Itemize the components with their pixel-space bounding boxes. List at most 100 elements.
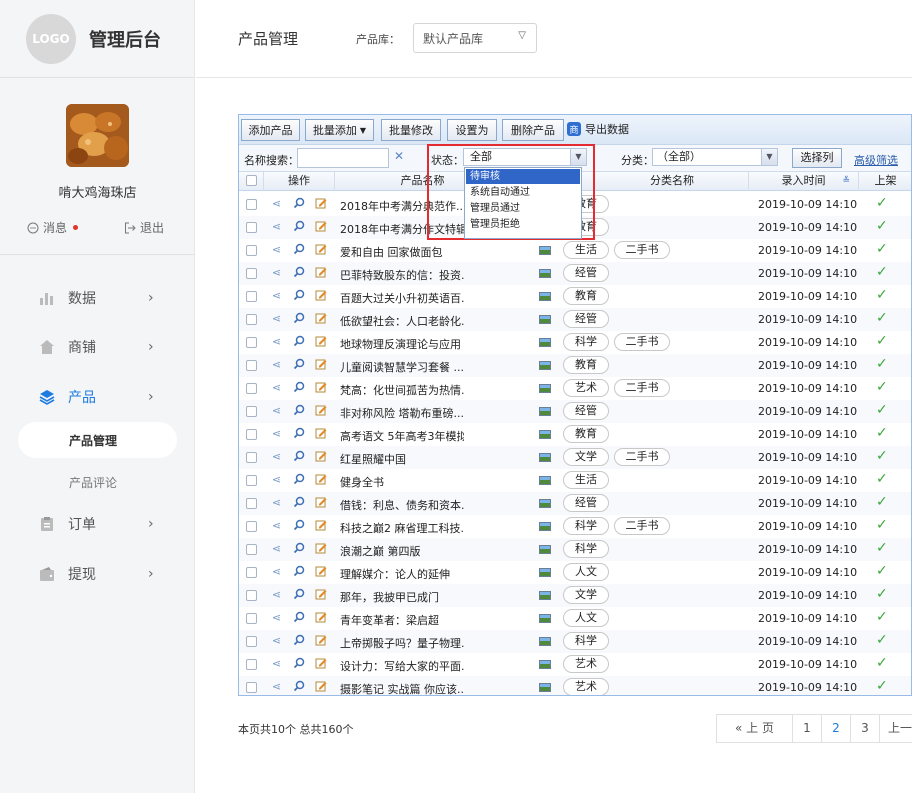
check-icon[interactable]: ✓ <box>876 471 888 487</box>
row-checkbox[interactable] <box>246 521 257 532</box>
row-checkbox[interactable] <box>246 222 257 233</box>
col-category[interactable]: 分类名称 <box>596 172 749 191</box>
search-icon[interactable] <box>292 404 305 417</box>
share-icon[interactable]: ⋖ <box>270 611 283 624</box>
delete-product-button[interactable]: 删除产品 <box>502 119 564 141</box>
table-row[interactable]: ⋖ 地球物理反演理论与应用 科学 二手书 2019-10-09 14:10 ✓ <box>239 331 911 354</box>
page-3[interactable]: 3 <box>851 715 880 742</box>
table-row[interactable]: ⋖ 爱和自由 回家做面包 生活 二手书 2019-10-09 14:10 ✓ <box>239 239 911 262</box>
share-icon[interactable]: ⋖ <box>270 634 283 647</box>
edit-icon[interactable] <box>314 519 327 532</box>
image-icon[interactable] <box>539 269 551 278</box>
row-checkbox[interactable] <box>246 659 257 670</box>
nav-item-shop[interactable]: 商铺 › <box>0 327 195 367</box>
table-row[interactable]: ⋖ 百题大过关小升初英语百... 教育 2019-10-09 14:10 ✓ <box>239 285 911 308</box>
check-icon[interactable]: ✓ <box>876 264 888 280</box>
share-icon[interactable]: ⋖ <box>270 473 283 486</box>
table-row[interactable]: ⋖ 健身全书 生活 2019-10-09 14:10 ✓ <box>239 469 911 492</box>
batch-add-button[interactable]: 批量添加 ▼ <box>305 119 374 141</box>
share-icon[interactable]: ⋖ <box>270 197 283 210</box>
edit-icon[interactable] <box>314 542 327 555</box>
edit-icon[interactable] <box>314 289 327 302</box>
prev-page-button[interactable]: « 上 页 <box>717 715 793 742</box>
nav-item-products[interactable]: 产品 › <box>0 377 195 417</box>
subnav-product-reviews[interactable]: 产品评论 <box>18 464 177 500</box>
edit-icon[interactable] <box>314 634 327 647</box>
check-icon[interactable]: ✓ <box>876 195 888 211</box>
image-icon[interactable] <box>539 568 551 577</box>
share-icon[interactable]: ⋖ <box>270 680 283 693</box>
col-time[interactable]: 录入时间 ≚ <box>749 172 859 191</box>
table-row[interactable]: ⋖ 上帝掷骰子吗？量子物理... 科学 2019-10-09 14:10 ✓ <box>239 630 911 653</box>
status-option[interactable]: 管理员拒绝 <box>466 217 580 232</box>
edit-icon[interactable] <box>314 358 327 371</box>
share-icon[interactable]: ⋖ <box>270 243 283 256</box>
subnav-product-management[interactable]: 产品管理 <box>18 422 177 458</box>
search-icon[interactable] <box>292 358 305 371</box>
image-icon[interactable] <box>539 407 551 416</box>
edit-icon[interactable] <box>314 588 327 601</box>
share-icon[interactable]: ⋖ <box>270 404 283 417</box>
search-icon[interactable] <box>292 243 305 256</box>
share-icon[interactable]: ⋖ <box>270 450 283 463</box>
table-row[interactable]: ⋖ 巴菲特致股东的信：投资... 经管 2019-10-09 14:10 ✓ <box>239 262 911 285</box>
check-icon[interactable]: ✓ <box>876 287 888 303</box>
table-row[interactable]: ⋖ 设计力：写给大家的平面... 艺术 2019-10-09 14:10 ✓ <box>239 653 911 676</box>
check-icon[interactable]: ✓ <box>876 310 888 326</box>
logout-link[interactable]: 退出 <box>124 219 164 236</box>
share-icon[interactable]: ⋖ <box>270 519 283 532</box>
image-icon[interactable] <box>539 315 551 324</box>
share-icon[interactable]: ⋖ <box>270 588 283 601</box>
search-icon[interactable] <box>292 542 305 555</box>
prev-short-button[interactable]: 上一 <box>880 715 912 742</box>
image-icon[interactable] <box>539 522 551 531</box>
check-icon[interactable]: ✓ <box>876 632 888 648</box>
table-row[interactable]: ⋖ 梵高：化世间孤苦为热情... 艺术 二手书 2019-10-09 14:10 ✓ <box>239 377 911 400</box>
search-icon[interactable] <box>292 266 305 279</box>
row-checkbox[interactable] <box>246 268 257 279</box>
row-checkbox[interactable] <box>246 360 257 371</box>
share-icon[interactable]: ⋖ <box>270 289 283 302</box>
check-icon[interactable]: ✓ <box>876 425 888 441</box>
edit-icon[interactable] <box>314 220 327 233</box>
image-icon[interactable] <box>539 476 551 485</box>
product-library-select[interactable]: 默认产品库 ▽ <box>413 23 537 53</box>
check-icon[interactable]: ✓ <box>876 402 888 418</box>
page-2-current[interactable]: 2 <box>822 715 851 742</box>
image-icon[interactable] <box>539 499 551 508</box>
share-icon[interactable]: ⋖ <box>270 427 283 440</box>
edit-icon[interactable] <box>314 404 327 417</box>
check-icon[interactable]: ✓ <box>876 379 888 395</box>
batch-edit-button[interactable]: 批量修改 <box>381 119 441 141</box>
edit-icon[interactable] <box>314 473 327 486</box>
share-icon[interactable]: ⋖ <box>270 381 283 394</box>
select-all-checkbox[interactable] <box>246 175 257 186</box>
image-icon[interactable] <box>539 591 551 600</box>
row-checkbox[interactable] <box>246 245 257 256</box>
status-option[interactable]: 待审核 <box>466 169 580 184</box>
table-row[interactable]: ⋖ 低欲望社会：人口老龄化... 经管 2019-10-09 14:10 ✓ <box>239 308 911 331</box>
share-icon[interactable]: ⋖ <box>270 266 283 279</box>
table-row[interactable]: ⋖ 青年变革者：梁启超 人文 2019-10-09 14:10 ✓ <box>239 607 911 630</box>
category-select[interactable]: （全部） ▼ <box>652 148 778 166</box>
table-row[interactable]: ⋖ 科技之巅2 麻省理工科技... 科学 二手书 2019-10-09 14:10 ✓ <box>239 515 911 538</box>
image-icon[interactable] <box>539 361 551 370</box>
row-checkbox[interactable] <box>246 498 257 509</box>
messages-link[interactable]: 消息 <box>27 219 79 236</box>
search-icon[interactable] <box>292 588 305 601</box>
share-icon[interactable]: ⋖ <box>270 220 283 233</box>
nav-item-withdraw[interactable]: 提现 › <box>0 554 195 594</box>
edit-icon[interactable] <box>314 680 327 693</box>
table-row[interactable]: ⋖ 借钱：利息、债务和资本... 经管 2019-10-09 14:10 ✓ <box>239 492 911 515</box>
row-checkbox[interactable] <box>246 567 257 578</box>
search-icon[interactable] <box>292 611 305 624</box>
table-row[interactable]: ⋖ 那年，我披甲已成门 文学 2019-10-09 14:10 ✓ <box>239 584 911 607</box>
row-checkbox[interactable] <box>246 199 257 210</box>
row-checkbox[interactable] <box>246 682 257 693</box>
clear-icon[interactable]: ✕ <box>394 149 404 163</box>
search-icon[interactable] <box>292 335 305 348</box>
image-icon[interactable] <box>539 637 551 646</box>
table-row[interactable]: ⋖ 浪潮之巅 第四版 科学 2019-10-09 14:10 ✓ <box>239 538 911 561</box>
check-icon[interactable]: ✓ <box>876 540 888 556</box>
status-option[interactable]: 管理员通过 <box>466 201 580 216</box>
